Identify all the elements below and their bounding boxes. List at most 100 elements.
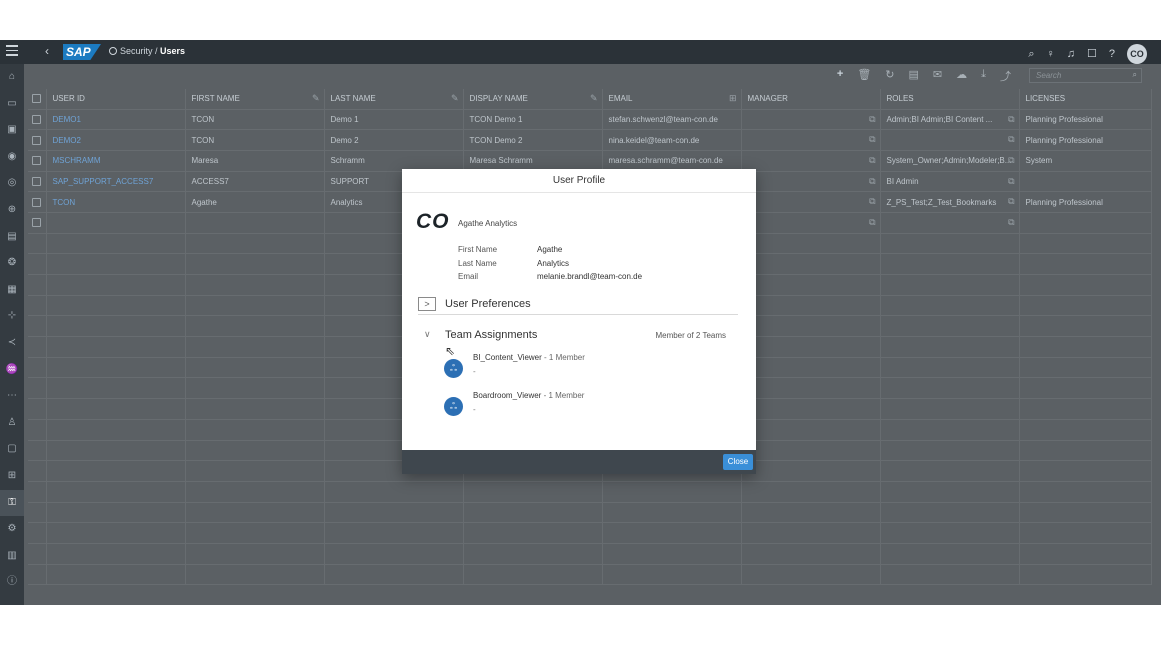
cell-user-id[interactable]: DEMO1: [46, 109, 186, 131]
more-icon[interactable]: ⋯: [0, 383, 24, 410]
share-icon[interactable]: ≺: [0, 330, 24, 357]
cell-user-id[interactable]: [46, 419, 186, 441]
data-icon[interactable]: ▤: [0, 224, 24, 251]
home-icon[interactable]: ⌂: [0, 64, 24, 91]
user-preferences-section[interactable]: > User Preferences: [418, 295, 738, 315]
team-assignments-label[interactable]: Team Assignments: [445, 329, 537, 341]
cell-user-id[interactable]: [46, 212, 186, 234]
cell-value[interactable]: SAP_SUPPORT_ACCESS7: [53, 177, 154, 186]
explorer-icon[interactable]: ◎: [0, 170, 24, 197]
import-icon[interactable]: ⤓: [981, 68, 986, 84]
transport-icon[interactable]: ▥: [0, 543, 24, 570]
value-help-icon[interactable]: ⧉: [869, 176, 875, 187]
value-help-icon[interactable]: ⧉: [869, 114, 875, 125]
delete-icon[interactable]: 🗑: [857, 68, 871, 84]
cell-user-id[interactable]: [46, 460, 186, 482]
table-row[interactable]: [28, 564, 1152, 586]
predictive-icon[interactable]: ⊹: [0, 303, 24, 330]
value-help-icon[interactable]: ⧉: [1008, 176, 1014, 187]
menu-icon[interactable]: [6, 45, 18, 57]
email-icon[interactable]: ✉: [933, 68, 942, 84]
breadcrumb-parent[interactable]: Security: [120, 46, 153, 56]
cell-user-id[interactable]: [46, 564, 186, 586]
search-icon[interactable]: ⌕: [1028, 47, 1034, 61]
avatar[interactable]: CO: [1127, 44, 1147, 64]
value-help-icon[interactable]: ⧉: [1008, 114, 1014, 125]
cell-user-id[interactable]: [46, 481, 186, 503]
value-help-icon[interactable]: ⧉: [869, 217, 875, 228]
roles-icon[interactable]: ▢: [0, 436, 24, 463]
bell-icon[interactable]: ♫: [1067, 47, 1075, 61]
edit-icon[interactable]: ✎: [451, 93, 459, 104]
cell-user-id[interactable]: [46, 233, 186, 255]
lightbulb-icon[interactable]: ♀: [1047, 47, 1055, 61]
users-icon[interactable]: ♙: [0, 410, 24, 437]
help-icon[interactable]: ?: [1109, 47, 1115, 61]
cell-user-id[interactable]: [46, 377, 186, 400]
cell-user-id[interactable]: [46, 440, 186, 462]
insights-icon[interactable]: ♒: [0, 357, 24, 384]
edit-icon[interactable]: ✎: [312, 93, 320, 104]
chevron-right-icon[interactable]: >: [418, 297, 436, 311]
column-header[interactable]: ROLES: [880, 89, 1020, 110]
column-header[interactable]: LICENSES: [1019, 89, 1152, 110]
cell-user-id[interactable]: [46, 398, 186, 420]
cell-user-id[interactable]: [46, 274, 186, 296]
connections-icon[interactable]: ❂: [0, 250, 24, 277]
cell-user-id[interactable]: [46, 253, 186, 275]
row-checkbox[interactable]: [32, 197, 41, 207]
chevron-down-icon[interactable]: ∨: [424, 329, 431, 340]
cell-value[interactable]: DEMO2: [53, 136, 81, 145]
column-header[interactable]: LAST NAME ✎: [324, 89, 464, 110]
table-row[interactable]: [28, 543, 1152, 565]
search-icon[interactable]: ⌕: [1133, 70, 1137, 80]
info-icon[interactable]: ⓘ: [0, 569, 24, 596]
column-settings-icon[interactable]: ⊞: [729, 93, 737, 104]
copy-icon[interactable]: ▤: [909, 68, 919, 84]
close-button[interactable]: Close: [723, 454, 753, 470]
row-checkbox[interactable]: [32, 135, 41, 145]
teams-icon[interactable]: ⊞: [0, 463, 24, 490]
cell-value[interactable]: MSCHRAMM: [53, 156, 101, 165]
cell-user-id[interactable]: [46, 315, 186, 338]
row-checkbox[interactable]: [32, 115, 41, 125]
upload-icon[interactable]: ☁: [956, 68, 967, 84]
security-icon[interactable]: ⚿: [0, 489, 24, 517]
cell-user-id[interactable]: [46, 357, 186, 379]
table-row[interactable]: MSCHRAMM Maresa Schramm Maresa Schramm mares…: [28, 150, 1152, 172]
column-header[interactable]: EMAIL ⊞: [602, 89, 742, 110]
files-icon[interactable]: ▭: [0, 91, 24, 118]
value-help-icon[interactable]: ⧉: [1008, 134, 1014, 145]
add-icon[interactable]: +: [837, 68, 843, 84]
cell-user-id[interactable]: [46, 336, 186, 358]
cell-user-id[interactable]: DEMO2: [46, 129, 186, 151]
cell-user-id[interactable]: [46, 502, 186, 524]
cell-value[interactable]: DEMO1: [53, 115, 81, 124]
table-row[interactable]: DEMO2 TCON Demo 2 TCON Demo 2 nina.keidel@te…: [28, 129, 1152, 151]
value-help-icon[interactable]: ⧉: [1008, 196, 1014, 207]
table-row[interactable]: [28, 481, 1152, 503]
table-row[interactable]: DEMO1 TCON Demo 1 TCON Demo 1 stefan.schwenz…: [28, 109, 1152, 131]
cell-value[interactable]: TCON: [53, 198, 76, 207]
column-header[interactable]: MANAGER: [741, 89, 881, 110]
column-header[interactable]: FIRST NAME ✎: [185, 89, 325, 110]
value-help-icon[interactable]: ⧉: [869, 196, 875, 207]
edit-icon[interactable]: ✎: [590, 93, 598, 104]
value-help-icon[interactable]: ⧉: [1008, 217, 1014, 228]
search-input[interactable]: Search ⌕: [1029, 68, 1142, 83]
team-item[interactable]: ஃ Boardroom_Viewer - 1 Member -: [444, 391, 704, 421]
stories-icon[interactable]: ▣: [0, 117, 24, 144]
user-preferences-label[interactable]: User Preferences: [445, 298, 531, 310]
deployment-icon[interactable]: ▦: [0, 277, 24, 304]
row-checkbox[interactable]: [32, 156, 41, 166]
system-icon[interactable]: ⚙: [0, 516, 24, 543]
team-assignments-section[interactable]: ∨ Team Assignments Member of 2 Teams: [418, 328, 738, 348]
cell-user-id[interactable]: [46, 522, 186, 544]
row-checkbox[interactable]: [32, 218, 41, 228]
table-row[interactable]: [28, 522, 1152, 544]
value-help-icon[interactable]: ⧉: [869, 134, 875, 145]
cell-user-id[interactable]: TCON: [46, 191, 186, 213]
select-all-checkbox[interactable]: [32, 94, 41, 104]
value-help-icon[interactable]: ⧉: [1008, 155, 1014, 166]
refresh-icon[interactable]: ↻: [885, 68, 894, 84]
